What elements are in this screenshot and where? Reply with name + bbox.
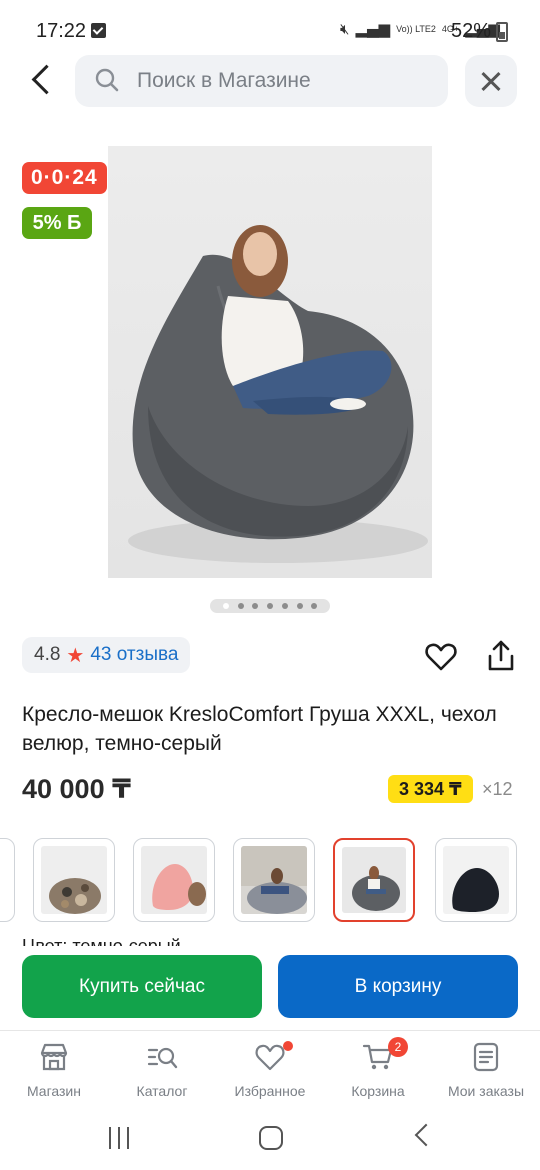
volte-label: Vo)) LTE2 <box>396 23 436 34</box>
product-price: 40 000 ₸ <box>22 774 131 804</box>
gallery-dot[interactable] <box>222 603 229 609</box>
nav-item-catalog[interactable]: Каталог <box>112 1041 212 1099</box>
product-title: Кресло-мешок KresloComfort Груша XXXL, ч… <box>22 703 497 755</box>
battery-indicator: 52% <box>451 20 509 43</box>
search-input[interactable] <box>137 69 427 93</box>
system-navigation <box>0 1110 540 1170</box>
search-icon <box>95 68 119 92</box>
add-to-cart-button[interactable]: В корзину <box>278 955 518 1018</box>
nav-label-catalog: Каталог <box>136 1083 188 1099</box>
system-back-button[interactable] <box>414 1123 438 1147</box>
favorites-notification-dot <box>283 1041 293 1051</box>
variant-thumb-image <box>443 846 509 914</box>
nav-label-orders: Мои заказы <box>447 1083 525 1099</box>
timer-badge: 0·0·24 <box>22 162 107 194</box>
variant-pink[interactable] <box>133 838 215 922</box>
mute-icon: 🔇︎ <box>340 20 350 38</box>
variant-thumb-image <box>241 846 307 914</box>
nav-item-store[interactable]: Магазин <box>4 1041 104 1099</box>
reviews-link[interactable]: 43 отзыва <box>90 644 178 666</box>
rating-summary[interactable]: 4.8 ★ 43 отзыва <box>22 637 191 673</box>
variant-black[interactable] <box>435 838 517 922</box>
status-bar: 17:22 🔇︎ ▂▄▆ Vo)) LTE2 4G+ ▂▄▆ 52% <box>0 0 540 60</box>
cart-count-badge: 2 <box>388 1037 408 1057</box>
orders-icon <box>473 1042 499 1072</box>
nav-label-store: Магазин <box>26 1083 81 1099</box>
gallery-dot[interactable] <box>267 603 273 609</box>
catalog-icon <box>147 1047 178 1069</box>
nav-item-favorites[interactable]: Избранное <box>220 1041 320 1099</box>
nav-item-cart[interactable]: 2 Корзина <box>328 1037 428 1099</box>
variant-thumb-image <box>342 847 406 913</box>
battery-percent: 52% <box>451 20 492 42</box>
installment-price[interactable]: 3 334 ₸ <box>388 775 473 803</box>
variant-camouflage[interactable] <box>33 838 115 922</box>
close-button[interactable] <box>465 55 517 107</box>
gallery-dot[interactable] <box>252 603 259 609</box>
gallery-dot[interactable] <box>281 603 288 609</box>
gallery-dot[interactable] <box>237 603 244 609</box>
store-icon <box>40 1043 68 1071</box>
search-bar[interactable] <box>75 55 448 107</box>
check-notification-icon <box>91 23 106 38</box>
heart-icon <box>255 1044 285 1071</box>
signal-icon: ▂▄▆ <box>355 20 391 38</box>
gallery-dot[interactable] <box>296 603 303 609</box>
favorite-heart-icon[interactable] <box>424 640 458 674</box>
gallery-dot[interactable] <box>311 603 318 609</box>
variant-thumbnail-partial[interactable] <box>0 838 15 922</box>
bottom-navigation: Магазин Каталог Избранное 2 Корзина Мои … <box>0 1030 540 1110</box>
buy-now-button[interactable]: Купить сейчас <box>22 955 262 1018</box>
color-caption: Цвет: темно-серый <box>22 936 181 946</box>
bean-bag-photo <box>128 225 428 563</box>
nav-item-orders[interactable]: Мои заказы <box>436 1041 536 1099</box>
share-icon[interactable] <box>484 638 518 674</box>
nav-label-favorites: Избранное <box>234 1083 306 1099</box>
nav-label-cart: Корзина <box>351 1083 405 1099</box>
rating-value: 4.8 <box>34 644 61 665</box>
variant-thumb-image <box>141 846 207 914</box>
battery-icon <box>496 21 509 42</box>
home-button[interactable] <box>259 1126 283 1150</box>
variant-dark-gray[interactable] <box>333 838 415 922</box>
variant-gray-light[interactable] <box>233 838 315 922</box>
discount-badge: 5% Б <box>22 207 92 239</box>
product-image[interactable] <box>108 146 432 578</box>
installment-months: ×12 <box>482 779 513 799</box>
gallery-pagination <box>210 599 330 613</box>
variant-thumb-image <box>41 846 107 914</box>
back-button[interactable] <box>22 58 62 102</box>
status-time: 17:22 <box>36 20 87 42</box>
star-icon: ★ <box>66 644 85 667</box>
recent-apps-button[interactable] <box>109 1127 131 1149</box>
